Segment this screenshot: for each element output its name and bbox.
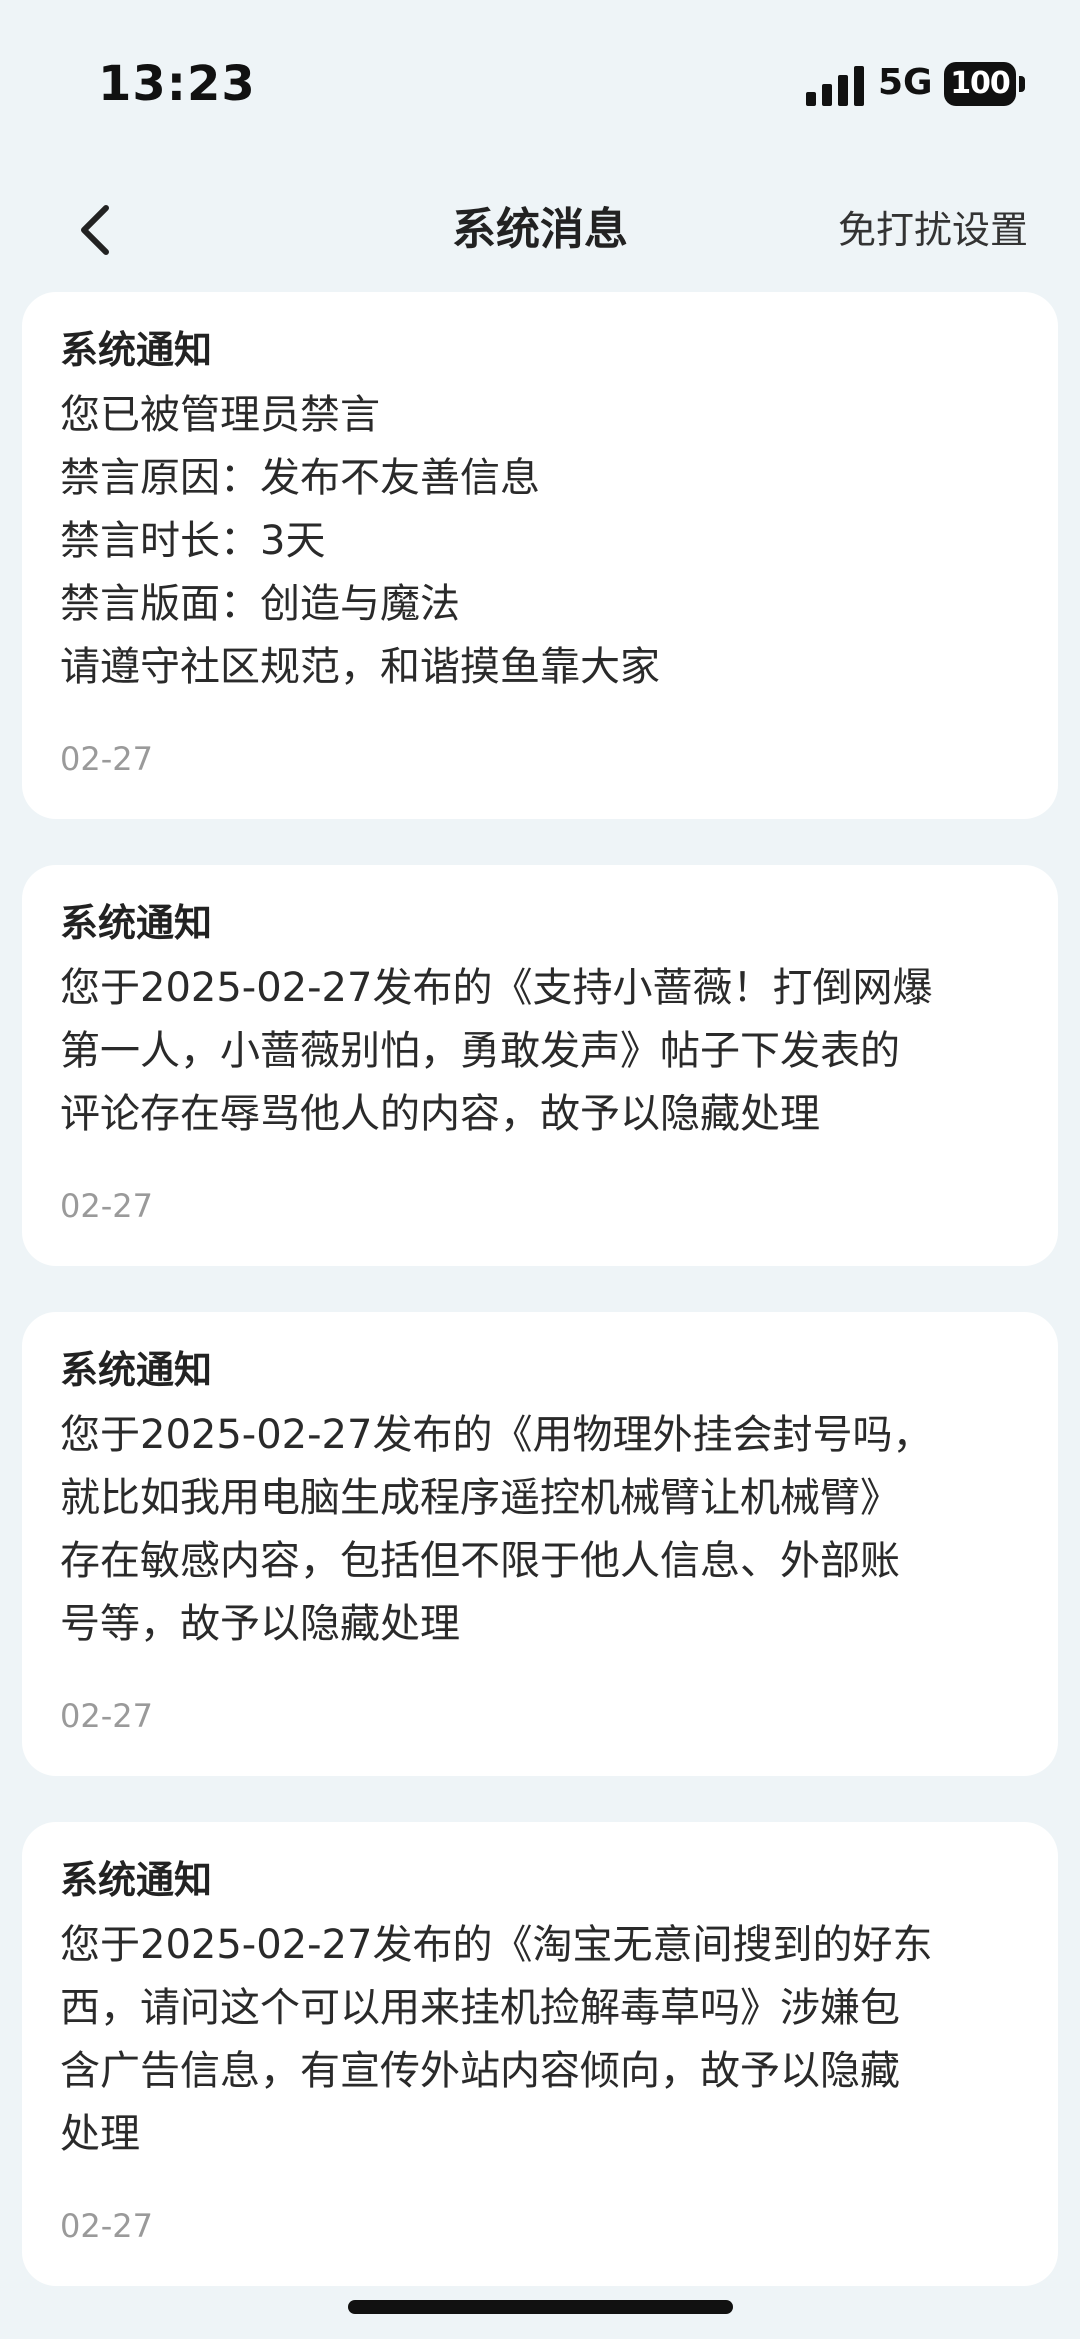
message-date: 02-27 bbox=[60, 2207, 153, 2245]
message-line: 您已被管理员禁言 bbox=[60, 392, 380, 438]
back-button[interactable] bbox=[46, 180, 146, 280]
network-type: 5G bbox=[878, 62, 933, 103]
battery-level: 100 bbox=[944, 62, 1016, 106]
message-line: 西，请问这个可以用来挂机捡解毒草吗》涉嫌包 bbox=[60, 1985, 900, 2031]
battery-icon: 100 bbox=[944, 62, 1026, 106]
chevron-left-icon bbox=[81, 205, 109, 255]
message-line: 禁言时长：3天 bbox=[60, 518, 326, 564]
message-line: 第一人，小蔷薇别怕，勇敢发声》帖子下发表的 bbox=[60, 1028, 900, 1074]
message-card[interactable]: 系统通知 您已被管理员禁言 禁言原因：发布不友善信息 禁言时长：3天 禁言版面：… bbox=[22, 292, 1058, 819]
message-line: 号等，故予以隐藏处理 bbox=[60, 1601, 460, 1647]
message-line: 评论存在辱骂他人的内容，故予以隐藏处理 bbox=[60, 1091, 820, 1137]
message-list: 系统通知 您已被管理员禁言 禁言原因：发布不友善信息 禁言时长：3天 禁言版面：… bbox=[22, 292, 1058, 2332]
message-line: 禁言版面：创造与魔法 bbox=[60, 581, 460, 627]
home-indicator[interactable] bbox=[348, 2300, 733, 2314]
message-card[interactable]: 系统通知 您于2025-02-27发布的《淘宝无意间搜到的好东 西，请问这个可以… bbox=[22, 1822, 1058, 2286]
cellular-signal-icon bbox=[806, 66, 864, 106]
message-line: 含广告信息，有宣传外站内容倾向，故予以隐藏 bbox=[60, 2048, 900, 2094]
message-line: 您于2025-02-27发布的《淘宝无意间搜到的好东 bbox=[60, 1922, 933, 1968]
status-time: 13:23 bbox=[98, 56, 256, 112]
message-line: 存在敏感内容，包括但不限于他人信息、外部账 bbox=[60, 1538, 900, 1584]
message-date: 02-27 bbox=[60, 740, 153, 778]
message-line: 禁言原因：发布不友善信息 bbox=[60, 455, 540, 501]
message-card[interactable]: 系统通知 您于2025-02-27发布的《用物理外挂会封号吗， 就比如我用电脑生… bbox=[22, 1312, 1058, 1776]
battery-tip bbox=[1019, 76, 1025, 92]
message-line: 处理 bbox=[60, 2111, 140, 2157]
message-line: 您于2025-02-27发布的《支持小蔷薇！打倒网爆 bbox=[60, 965, 933, 1011]
status-bar: 13:23 5G 100 bbox=[0, 0, 1080, 170]
message-title: 系统通知 bbox=[60, 1348, 213, 1392]
message-title: 系统通知 bbox=[60, 328, 213, 372]
navigation-bar: 系统消息 免打扰设置 bbox=[0, 170, 1080, 290]
message-card[interactable]: 系统通知 您于2025-02-27发布的《支持小蔷薇！打倒网爆 第一人，小蔷薇别… bbox=[22, 865, 1058, 1266]
message-line: 您于2025-02-27发布的《用物理外挂会封号吗， bbox=[60, 1412, 933, 1458]
do-not-disturb-settings-button[interactable]: 免打扰设置 bbox=[838, 170, 1028, 290]
message-date: 02-27 bbox=[60, 1697, 153, 1735]
message-line: 请遵守社区规范，和谐摸鱼靠大家 bbox=[60, 644, 660, 690]
message-date: 02-27 bbox=[60, 1187, 153, 1225]
message-title: 系统通知 bbox=[60, 1858, 213, 1902]
message-line: 就比如我用电脑生成程序遥控机械臂让机械臂》 bbox=[60, 1475, 900, 1521]
message-title: 系统通知 bbox=[60, 901, 213, 945]
